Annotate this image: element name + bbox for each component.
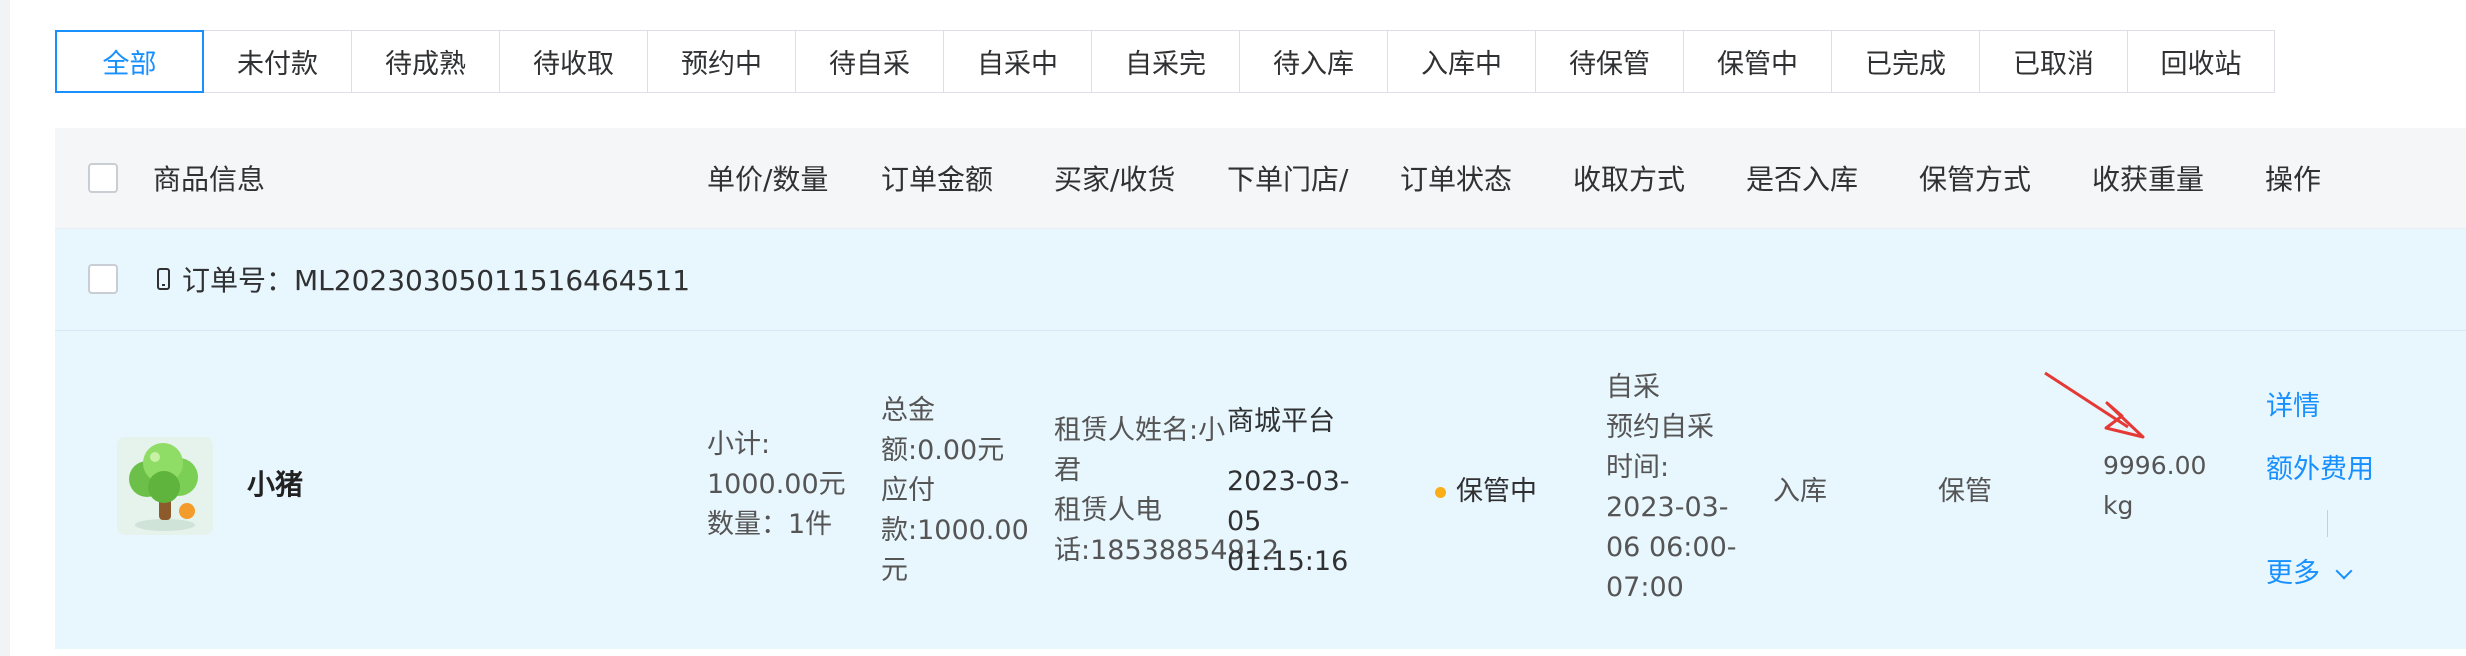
tab-completed[interactable]: 已完成 (1832, 30, 1980, 93)
order-status-text: 保管中 (1456, 476, 1537, 507)
order-header-row: 订单号：ML20230305011516464511 (55, 229, 2466, 331)
amount-line: 元 (881, 555, 908, 586)
detail-link[interactable]: 详情 (2266, 386, 2320, 428)
more-dropdown[interactable]: 更多 (2266, 553, 2353, 595)
tree-icon (129, 443, 198, 531)
tab-pending-custody[interactable]: 待保管 (1536, 30, 1684, 93)
order-checkbox[interactable] (88, 264, 118, 294)
table-row: 小猪 小计: 1000.00元 数量：1件 总金 额:0.00元 应付 款:10… (55, 331, 2466, 649)
amount-line: 额:0.00元 (881, 435, 1005, 466)
method-line: 时间: (1606, 452, 1670, 483)
tab-unpaid[interactable]: 未付款 (204, 30, 352, 93)
tab-pending-collect[interactable]: 待收取 (500, 30, 648, 93)
subtotal-value: 1000.00元 (707, 469, 846, 500)
header-status: 订单状态 (1400, 163, 1513, 196)
buyer-line: 租赁人姓名:小 (1054, 415, 1226, 446)
product-name: 小猪 (247, 468, 304, 501)
tab-self-picking[interactable]: 自采中 (944, 30, 1092, 93)
header-buyer: 买家/收货 (1054, 163, 1176, 196)
extra-fee-link[interactable]: 额外费用 (2266, 449, 2374, 491)
order-status: 保管中 (1435, 471, 1537, 513)
left-edge-strip (0, 0, 10, 656)
action-divider (2327, 510, 2328, 537)
subtotal-label: 小计: (707, 429, 771, 460)
tab-recycle-bin[interactable]: 回收站 (2128, 30, 2275, 93)
created-line: 2023-03- (1227, 466, 1350, 497)
order-number-text: 订单号：ML20230305011516464511 (182, 264, 691, 297)
stored-value: 入库 (1773, 476, 1827, 507)
header-custody: 保管方式 (1919, 163, 2032, 196)
custody-value: 保管 (1938, 476, 1992, 507)
status-dot-icon (1435, 487, 1446, 498)
header-method: 收取方式 (1573, 163, 1686, 196)
tab-pending-self-pick[interactable]: 待自采 (796, 30, 944, 93)
method-line: 06 06:00- (1606, 532, 1737, 563)
buyer-line: 君 (1054, 455, 1081, 486)
product-thumbnail (117, 437, 213, 535)
created-line: 05 (1227, 506, 1262, 537)
amount-line: 款:1000.00 (881, 515, 1029, 546)
phone-icon (157, 268, 170, 290)
table-header: 商品信息 单价/数量 订单金额 买家/收货 下单门店/ 订单状态 收取方式 是否… (55, 128, 2466, 229)
status-tabs: 全部 未付款 待成熟 待收取 预约中 待自采 自采中 自采完 待入库 入库中 待… (55, 30, 2275, 93)
tab-self-pick-done[interactable]: 自采完 (1092, 30, 1240, 93)
method-line: 07:00 (1606, 572, 1684, 603)
tab-all[interactable]: 全部 (55, 30, 204, 93)
header-ops: 操作 (2265, 163, 2322, 196)
tab-storing[interactable]: 入库中 (1388, 30, 1536, 93)
tab-cancelled[interactable]: 已取消 (1980, 30, 2128, 93)
header-price-qty: 单价/数量 (707, 163, 829, 196)
tab-pending-storage[interactable]: 待入库 (1240, 30, 1388, 93)
more-label: 更多 (2266, 558, 2320, 589)
weight-line: 9996.00 (2103, 451, 2207, 480)
header-product: 商品信息 (153, 163, 266, 196)
select-all-checkbox[interactable] (88, 163, 118, 193)
buyer-line: 租赁人电 (1054, 495, 1162, 526)
weight-line: kg (2103, 491, 2134, 520)
header-store: 下单门店/ (1227, 163, 1349, 196)
method-line: 自采 (1606, 372, 1660, 403)
chevron-down-icon (2335, 562, 2353, 580)
header-amount: 订单金额 (881, 163, 994, 196)
quantity: 数量：1件 (707, 509, 833, 540)
amount-line: 总金 (881, 395, 935, 426)
created-line: 01:15:16 (1227, 546, 1349, 577)
store-name: 商城平台 (1227, 406, 1335, 437)
tab-in-custody[interactable]: 保管中 (1684, 30, 1832, 93)
header-stored: 是否入库 (1746, 163, 1859, 196)
tab-reserving[interactable]: 预约中 (648, 30, 796, 93)
order-number: 订单号：ML20230305011516464511 (157, 229, 690, 329)
tab-pending-mature[interactable]: 待成熟 (352, 30, 500, 93)
method-line: 2023-03- (1606, 492, 1729, 523)
header-weight: 收获重量 (2092, 163, 2205, 196)
method-line: 预约自采 (1606, 412, 1714, 443)
amount-line: 应付 (881, 475, 935, 506)
